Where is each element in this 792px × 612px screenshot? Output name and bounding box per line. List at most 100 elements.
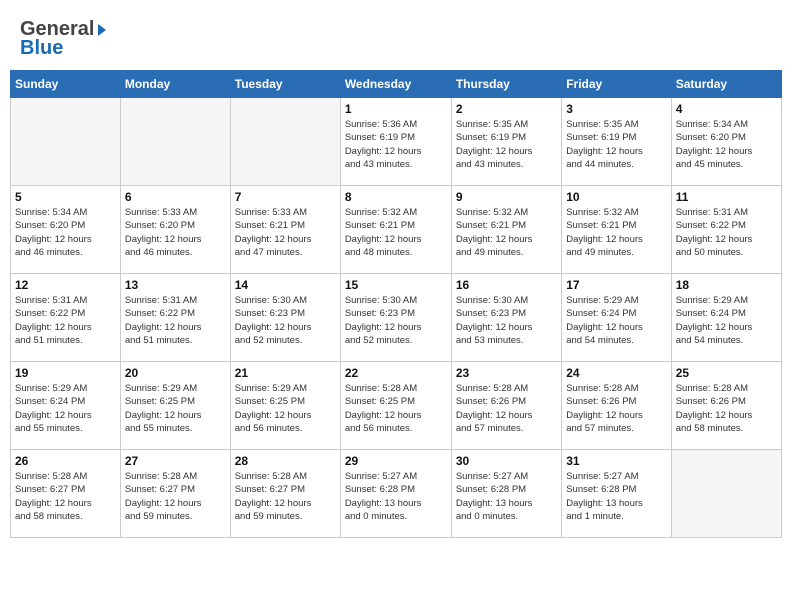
day-number: 6	[125, 190, 226, 204]
day-number: 20	[125, 366, 226, 380]
day-number: 24	[566, 366, 666, 380]
day-number: 2	[456, 102, 557, 116]
day-number: 11	[676, 190, 777, 204]
logo-chevron-icon	[98, 24, 106, 36]
calendar-cell: 10Sunrise: 5:32 AM Sunset: 6:21 PM Dayli…	[562, 186, 671, 274]
day-number: 28	[235, 454, 336, 468]
day-number: 3	[566, 102, 666, 116]
logo: General Blue	[20, 18, 106, 60]
calendar-cell: 1 Sunrise: 5:36 AM Sunset: 6:19 PM Daylig…	[340, 98, 451, 186]
day-info: Sunrise: 5:34 AM Sunset: 6:20 PM Dayligh…	[15, 206, 116, 259]
calendar-cell: 31 Sunrise: 5:27 AM Sunset: 6:28 PM Dayli…	[562, 450, 671, 538]
day-number: 1	[345, 102, 447, 116]
calendar-cell: 20 Sunrise: 5:29 AM Sunset: 6:25 PM Dayli…	[120, 362, 230, 450]
day-number: 14	[235, 278, 336, 292]
day-number: 12	[15, 278, 116, 292]
calendar-cell	[120, 98, 230, 186]
day-number: 25	[676, 366, 777, 380]
calendar-cell: 2 Sunrise: 5:35 AM Sunset: 6:19 PM Daylig…	[451, 98, 561, 186]
calendar-cell: 5 Sunrise: 5:34 AM Sunset: 6:20 PM Daylig…	[11, 186, 121, 274]
day-number: 9	[456, 190, 557, 204]
calendar-cell: 15Sunrise: 5:30 AM Sunset: 6:23 PM Dayli…	[340, 274, 451, 362]
day-info: Sunrise: 5:28 AM Sunset: 6:27 PM Dayligh…	[235, 470, 336, 523]
calendar-cell: 23 Sunrise: 5:28 AM Sunset: 6:26 PM Dayli…	[451, 362, 561, 450]
calendar-cell: 21Sunrise: 5:29 AM Sunset: 6:25 PM Dayli…	[230, 362, 340, 450]
day-info: Sunrise: 5:27 AM Sunset: 6:28 PM Dayligh…	[456, 470, 557, 523]
day-number: 30	[456, 454, 557, 468]
page-header: General Blue	[10, 10, 782, 64]
weekday-header-thursday: Thursday	[451, 71, 561, 98]
day-info: Sunrise: 5:31 AM Sunset: 6:22 PM Dayligh…	[15, 294, 116, 347]
calendar-cell: 18 Sunrise: 5:29 AM Sunset: 6:24 PM Dayli…	[671, 274, 781, 362]
calendar-cell: 13 Sunrise: 5:31 AM Sunset: 6:22 PM Dayli…	[120, 274, 230, 362]
day-number: 13	[125, 278, 226, 292]
day-number: 26	[15, 454, 116, 468]
day-number: 23	[456, 366, 557, 380]
calendar-cell: 24 Sunrise: 5:28 AM Sunset: 6:26 PM Dayli…	[562, 362, 671, 450]
day-info: Sunrise: 5:30 AM Sunset: 6:23 PM Dayligh…	[456, 294, 557, 347]
day-number: 15	[345, 278, 447, 292]
day-number: 7	[235, 190, 336, 204]
calendar-cell: 7 Sunrise: 5:33 AM Sunset: 6:21 PM Daylig…	[230, 186, 340, 274]
day-info: Sunrise: 5:33 AM Sunset: 6:21 PM Dayligh…	[235, 206, 336, 259]
day-number: 5	[15, 190, 116, 204]
calendar-cell: 25 Sunrise: 5:28 AM Sunset: 6:26 PM Dayli…	[671, 362, 781, 450]
calendar-cell: 12 Sunrise: 5:31 AM Sunset: 6:22 PM Dayli…	[11, 274, 121, 362]
day-info: Sunrise: 5:34 AM Sunset: 6:20 PM Dayligh…	[676, 118, 777, 171]
day-info: Sunrise: 5:29 AM Sunset: 6:24 PM Dayligh…	[15, 382, 116, 435]
weekday-header-saturday: Saturday	[671, 71, 781, 98]
day-info: Sunrise: 5:33 AM Sunset: 6:20 PM Dayligh…	[125, 206, 226, 259]
calendar-week-row: 12 Sunrise: 5:31 AM Sunset: 6:22 PM Dayli…	[11, 274, 782, 362]
day-info: Sunrise: 5:32 AM Sunset: 6:21 PM Dayligh…	[456, 206, 557, 259]
day-info: Sunrise: 5:32 AM Sunset: 6:21 PM Dayligh…	[345, 206, 447, 259]
day-info: Sunrise: 5:28 AM Sunset: 6:26 PM Dayligh…	[566, 382, 666, 435]
day-number: 27	[125, 454, 226, 468]
day-info: Sunrise: 5:35 AM Sunset: 6:19 PM Dayligh…	[566, 118, 666, 171]
calendar-cell: 4 Sunrise: 5:34 AM Sunset: 6:20 PM Daylig…	[671, 98, 781, 186]
day-number: 10	[566, 190, 666, 204]
calendar-cell: 9 Sunrise: 5:32 AM Sunset: 6:21 PM Daylig…	[451, 186, 561, 274]
calendar-table: SundayMondayTuesdayWednesdayThursdayFrid…	[10, 70, 782, 538]
calendar-cell	[671, 450, 781, 538]
day-info: Sunrise: 5:28 AM Sunset: 6:25 PM Dayligh…	[345, 382, 447, 435]
calendar-cell: 17 Sunrise: 5:29 AM Sunset: 6:24 PM Dayli…	[562, 274, 671, 362]
day-number: 4	[676, 102, 777, 116]
day-info: Sunrise: 5:28 AM Sunset: 6:27 PM Dayligh…	[125, 470, 226, 523]
calendar-cell: 29Sunrise: 5:27 AM Sunset: 6:28 PM Dayli…	[340, 450, 451, 538]
calendar-week-row: 5 Sunrise: 5:34 AM Sunset: 6:20 PM Daylig…	[11, 186, 782, 274]
calendar-cell: 3 Sunrise: 5:35 AM Sunset: 6:19 PM Daylig…	[562, 98, 671, 186]
calendar-cell: 11 Sunrise: 5:31 AM Sunset: 6:22 PM Dayli…	[671, 186, 781, 274]
day-info: Sunrise: 5:31 AM Sunset: 6:22 PM Dayligh…	[676, 206, 777, 259]
day-number: 18	[676, 278, 777, 292]
day-info: Sunrise: 5:28 AM Sunset: 6:26 PM Dayligh…	[676, 382, 777, 435]
page-container: General Blue SundayMondayTuesdayWednesda…	[10, 10, 782, 538]
day-info: Sunrise: 5:27 AM Sunset: 6:28 PM Dayligh…	[566, 470, 666, 523]
day-number: 29	[345, 454, 447, 468]
day-number: 31	[566, 454, 666, 468]
calendar-cell: 6 Sunrise: 5:33 AM Sunset: 6:20 PM Daylig…	[120, 186, 230, 274]
day-info: Sunrise: 5:28 AM Sunset: 6:26 PM Dayligh…	[456, 382, 557, 435]
weekday-header-tuesday: Tuesday	[230, 71, 340, 98]
day-number: 8	[345, 190, 447, 204]
day-info: Sunrise: 5:31 AM Sunset: 6:22 PM Dayligh…	[125, 294, 226, 347]
day-info: Sunrise: 5:29 AM Sunset: 6:24 PM Dayligh…	[676, 294, 777, 347]
calendar-cell: 30 Sunrise: 5:27 AM Sunset: 6:28 PM Dayli…	[451, 450, 561, 538]
calendar-week-row: 19Sunrise: 5:29 AM Sunset: 6:24 PM Dayli…	[11, 362, 782, 450]
day-info: Sunrise: 5:28 AM Sunset: 6:27 PM Dayligh…	[15, 470, 116, 523]
day-number: 17	[566, 278, 666, 292]
day-info: Sunrise: 5:36 AM Sunset: 6:19 PM Dayligh…	[345, 118, 447, 171]
day-number: 21	[235, 366, 336, 380]
day-info: Sunrise: 5:29 AM Sunset: 6:24 PM Dayligh…	[566, 294, 666, 347]
calendar-cell: 14Sunrise: 5:30 AM Sunset: 6:23 PM Dayli…	[230, 274, 340, 362]
weekday-header-monday: Monday	[120, 71, 230, 98]
calendar-cell	[230, 98, 340, 186]
day-number: 16	[456, 278, 557, 292]
calendar-cell: 22 Sunrise: 5:28 AM Sunset: 6:25 PM Dayli…	[340, 362, 451, 450]
day-number: 22	[345, 366, 447, 380]
day-info: Sunrise: 5:29 AM Sunset: 6:25 PM Dayligh…	[125, 382, 226, 435]
weekday-header-row: SundayMondayTuesdayWednesdayThursdayFrid…	[11, 71, 782, 98]
weekday-header-sunday: Sunday	[11, 71, 121, 98]
day-info: Sunrise: 5:35 AM Sunset: 6:19 PM Dayligh…	[456, 118, 557, 171]
calendar-week-row: 1 Sunrise: 5:36 AM Sunset: 6:19 PM Daylig…	[11, 98, 782, 186]
weekday-header-friday: Friday	[562, 71, 671, 98]
